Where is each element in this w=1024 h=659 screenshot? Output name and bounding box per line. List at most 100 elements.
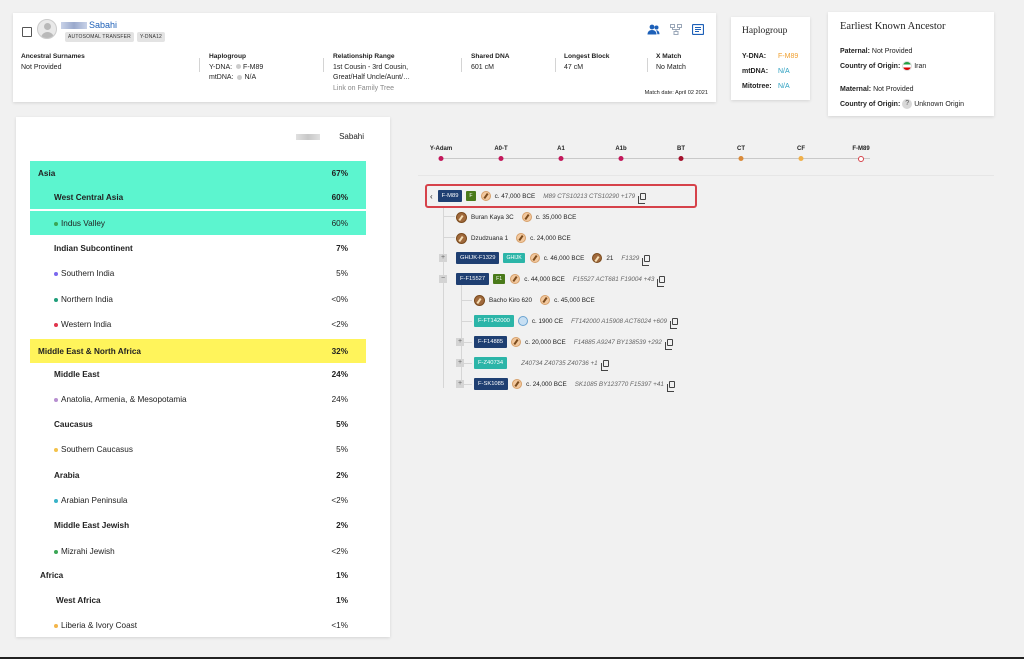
expand-z40734-button[interactable]: + bbox=[456, 359, 464, 367]
region-name: Liberia & Ivory Coast bbox=[61, 621, 137, 630]
timeline-label[interactable]: F-M89 bbox=[852, 146, 869, 152]
copy-icon[interactable] bbox=[642, 254, 651, 266]
timeline-label[interactable]: CF bbox=[797, 146, 805, 152]
ydna-value[interactable]: F-M89 bbox=[778, 53, 798, 60]
tree-node-haplogroup[interactable]: F-Z40734 Z40734 Z40735 Z40736 +1 bbox=[474, 357, 609, 371]
chevron-left-icon[interactable]: ‹ bbox=[430, 192, 433, 201]
people-icon[interactable] bbox=[647, 24, 660, 35]
expand-sk1085-button[interactable]: + bbox=[456, 380, 464, 388]
tree-node-selected[interactable]: ‹ F-M89 F c. 47,000 BCE M89 CTS10213 CTS… bbox=[430, 190, 647, 204]
ethnicity-row[interactable]: Northern India <0% bbox=[30, 287, 366, 311]
longest-block-column: Longest Block 47 cM bbox=[564, 53, 610, 71]
iran-flag-icon bbox=[902, 61, 913, 71]
region-percentage: 2% bbox=[336, 521, 348, 530]
region-name: Anatolia, Armenia, & Mesopotamia bbox=[61, 395, 187, 404]
ethnicity-row[interactable]: Anatolia, Armenia, & Mesopotamia 24% bbox=[30, 387, 366, 411]
mitotree-value[interactable]: N/A bbox=[778, 83, 790, 90]
tree-node-haplogroup[interactable]: F-FT142000 c. 1900 CE FT142000 A15908 AC… bbox=[474, 315, 679, 329]
copy-icon[interactable] bbox=[670, 317, 679, 329]
region-name: Western India bbox=[61, 320, 112, 329]
x-match-column: X Match No Match bbox=[656, 53, 686, 71]
expand-f14885-button[interactable]: + bbox=[456, 338, 464, 346]
region-dot-icon bbox=[54, 397, 58, 402]
region-percentage: 60% bbox=[331, 193, 348, 202]
ethnicity-row[interactable]: Indian Subcontinent 7% bbox=[30, 236, 366, 260]
ethnicity-row[interactable]: Middle East 24% bbox=[30, 362, 366, 386]
tree-structure-icon[interactable] bbox=[670, 24, 682, 35]
ethnicity-row[interactable]: Middle East Jewish 2% bbox=[30, 513, 366, 537]
tree-node-ancient[interactable]: Dzudzuana 1 c. 24,000 BCE bbox=[456, 232, 571, 244]
ancient-dna-icon bbox=[456, 232, 467, 244]
shared-dna-column: Shared DNA 601 cM bbox=[471, 53, 510, 71]
region-name: Indus Valley bbox=[61, 219, 105, 228]
tree-node-haplogroup[interactable]: GHIJK-F1329 GHIJK c. 46,000 BCE 21 F1329 bbox=[456, 252, 651, 266]
copy-icon[interactable] bbox=[666, 380, 675, 392]
earliest-ancestor-card: Earliest Known Ancestor Paternal: Not Pr… bbox=[828, 12, 994, 116]
copy-icon[interactable] bbox=[664, 338, 673, 350]
region-name: Africa bbox=[40, 571, 64, 580]
timeline-label[interactable]: A0-T bbox=[494, 146, 507, 152]
ethnicity-row[interactable]: Asia 67% bbox=[30, 161, 366, 185]
ethnicity-row[interactable]: Indus Valley 60% bbox=[30, 211, 366, 235]
tree-node-haplogroup[interactable]: F-SK1085 c. 24,000 BCE SK1085 BY123770 F… bbox=[474, 378, 675, 392]
ethnicity-row[interactable]: Middle East & North Africa 32% bbox=[30, 339, 366, 363]
timeline-dot[interactable] bbox=[678, 156, 684, 161]
region-name: Northern India bbox=[61, 295, 113, 304]
age-estimate-icon bbox=[529, 253, 540, 263]
ethnicity-row[interactable]: Arabian Peninsula <2% bbox=[30, 488, 366, 512]
timeline-dot[interactable] bbox=[858, 156, 864, 162]
timeline-dot[interactable] bbox=[618, 156, 624, 161]
ethnicity-row[interactable]: Mizrahi Jewish <2% bbox=[30, 539, 366, 563]
timeline-label[interactable]: A1b bbox=[615, 146, 626, 152]
timeline-dot[interactable] bbox=[798, 156, 804, 161]
timeline-dot[interactable] bbox=[558, 156, 564, 161]
tree-node-ancient[interactable]: Bacho Kiro 620 c. 45,000 BCE bbox=[474, 294, 595, 306]
link-on-family-tree[interactable]: Link on Family Tree bbox=[333, 84, 410, 95]
region-name: Mizrahi Jewish bbox=[61, 547, 115, 556]
ethnicity-row[interactable]: Liberia & Ivory Coast <1% bbox=[30, 613, 366, 637]
timeline-label[interactable]: Y-Adam bbox=[430, 146, 452, 152]
tree-node-haplogroup[interactable]: F-F15527 F1 c. 44,000 BCE F15527 ACT681 … bbox=[456, 273, 666, 287]
age-estimate-icon bbox=[512, 379, 523, 389]
timeline-label[interactable]: CT bbox=[737, 146, 745, 152]
ethnicity-row[interactable]: West Africa 1% bbox=[30, 588, 366, 612]
region-percentage: 5% bbox=[336, 420, 348, 429]
region-dot-icon bbox=[54, 447, 58, 452]
ethnicity-row[interactable]: Africa 1% bbox=[30, 563, 366, 587]
tree-connector bbox=[443, 208, 444, 388]
avatar bbox=[37, 19, 57, 39]
ethnicity-row[interactable]: Arabia 2% bbox=[30, 463, 366, 487]
ethnicity-row[interactable]: Southern Caucasus 5% bbox=[30, 437, 366, 461]
collapse-f15527-button[interactable]: − bbox=[439, 275, 447, 283]
copy-icon[interactable] bbox=[657, 275, 666, 287]
timeline-dot[interactable] bbox=[438, 156, 444, 161]
expand-ghijk-button[interactable]: + bbox=[439, 254, 447, 262]
column-divider bbox=[555, 58, 556, 72]
ethnicity-row[interactable]: Southern India 5% bbox=[30, 261, 366, 285]
timeline-dot[interactable] bbox=[738, 156, 744, 161]
region-dot-icon bbox=[54, 271, 58, 276]
ethnicity-row[interactable]: Western India <2% bbox=[30, 312, 366, 336]
timeline-label[interactable]: BT bbox=[677, 146, 685, 152]
match-select-checkbox[interactable] bbox=[22, 27, 32, 37]
region-name: West Africa bbox=[56, 596, 101, 605]
copy-icon[interactable] bbox=[600, 359, 609, 371]
tree-node-haplogroup[interactable]: F-F14885 c. 20,000 BCE F14885 A9247 BY13… bbox=[474, 336, 673, 350]
match-name[interactable]: Sabahi bbox=[61, 20, 117, 30]
copy-icon[interactable] bbox=[638, 192, 647, 204]
tree-node-ancient[interactable]: Buran Kaya 3C c. 35,000 BCE bbox=[456, 211, 576, 223]
timeline-label[interactable]: A1 bbox=[557, 146, 565, 152]
ethnicity-row[interactable]: Caucasus 5% bbox=[30, 412, 366, 436]
age-estimate-icon bbox=[511, 337, 522, 347]
match-date: Match date: April 02 2021 bbox=[644, 90, 708, 96]
ethnicity-row[interactable]: West Central Asia 60% bbox=[30, 185, 366, 209]
haplogroup-card: Haplogroup Y-DNA: F-M89 mtDNA: N/A Mitotre… bbox=[731, 17, 810, 100]
mtdna-value[interactable]: N/A bbox=[778, 68, 790, 75]
relationship-column: Relationship Range 1st Cousin - 3rd Cous… bbox=[333, 52, 410, 94]
notes-icon[interactable] bbox=[692, 24, 704, 35]
timeline-dot[interactable] bbox=[498, 156, 504, 161]
tree-connector bbox=[461, 321, 472, 322]
ancestor-title: Earliest Known Ancestor bbox=[840, 21, 946, 32]
timeline-separator bbox=[418, 175, 994, 176]
region-name: Arabian Peninsula bbox=[61, 496, 128, 505]
